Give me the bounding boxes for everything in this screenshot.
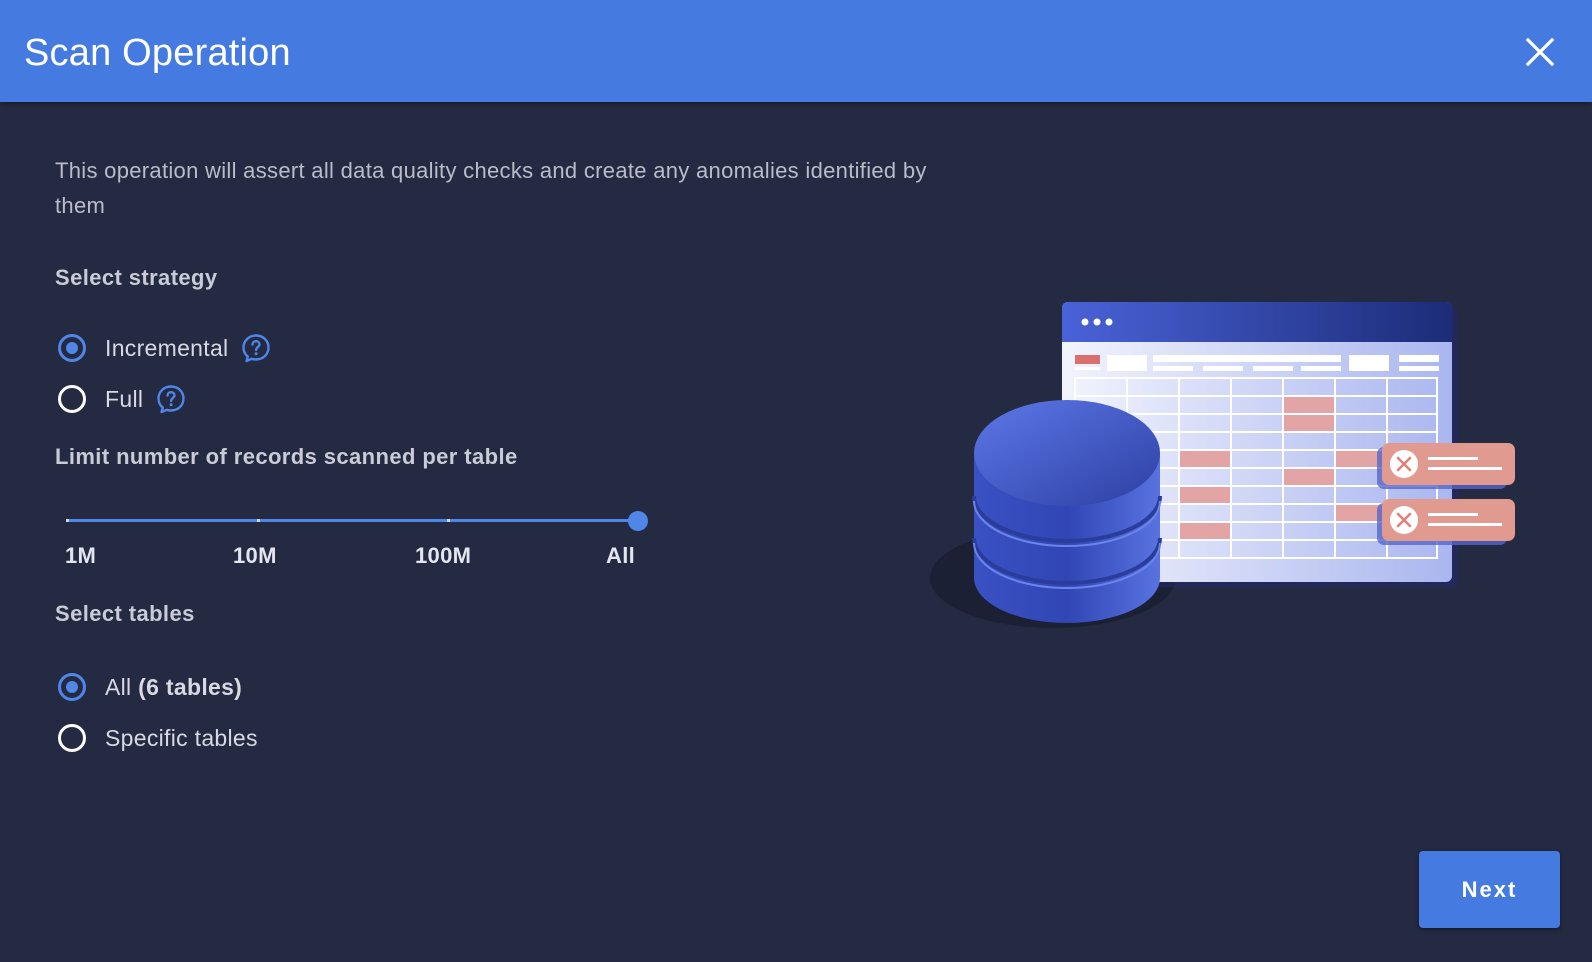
slider-mark-100m[interactable]: 100M xyxy=(415,543,471,569)
tables-count: (6 tables) xyxy=(138,673,243,700)
close-icon[interactable] xyxy=(1524,36,1556,68)
help-icon[interactable] xyxy=(155,383,187,415)
slider-mark-all[interactable]: All xyxy=(606,543,635,569)
next-button[interactable]: Next xyxy=(1419,851,1560,928)
strategy-option-full[interactable]: Full xyxy=(58,382,187,416)
dialog-title: Scan Operation xyxy=(24,32,291,74)
slider-track xyxy=(66,519,638,522)
tables-option-label: Specific tables xyxy=(105,724,258,751)
tables-option-specific[interactable]: Specific tables xyxy=(58,721,258,755)
dialog-description: This operation will assert all data qual… xyxy=(55,158,927,218)
database-scan-illustration xyxy=(930,302,1515,628)
help-icon[interactable] xyxy=(240,332,272,364)
radio-unchecked[interactable] xyxy=(58,724,86,752)
slider-tick xyxy=(447,519,450,522)
dialog-header: Scan Operation xyxy=(0,0,1592,102)
records-limit-slider[interactable] xyxy=(66,510,648,531)
limit-label: Limit number of records scanned per tabl… xyxy=(55,444,518,469)
radio-checked[interactable] xyxy=(58,673,86,701)
strategy-option-label: Full xyxy=(105,385,144,412)
radio-unchecked[interactable] xyxy=(58,385,86,413)
strategy-option-label: Incremental xyxy=(105,334,229,361)
tables-option-all[interactable]: All (6 tables) xyxy=(58,670,242,704)
slider-mark-1m[interactable]: 1M xyxy=(65,543,96,569)
slider-mark-10m[interactable]: 10M xyxy=(233,543,277,569)
slider-tick xyxy=(257,519,260,522)
strategy-label: Select strategy xyxy=(55,265,218,290)
tables-all-label: All xyxy=(105,673,132,700)
strategy-option-incremental[interactable]: Incremental xyxy=(58,331,272,365)
slider-thumb[interactable] xyxy=(628,511,648,531)
radio-checked[interactable] xyxy=(58,334,86,362)
slider-tick xyxy=(66,519,69,522)
tables-label: Select tables xyxy=(55,601,195,626)
tables-option-label: All (6 tables) xyxy=(105,674,242,701)
